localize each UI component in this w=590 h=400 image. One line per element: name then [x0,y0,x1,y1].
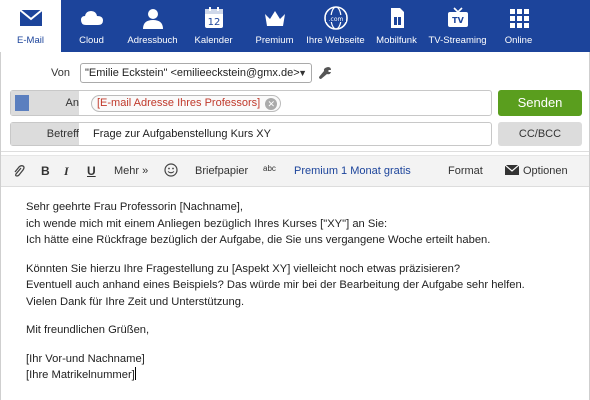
body-line: [Ihre Matrikelnummer] [26,369,135,381]
recipient-chip[interactable]: [E-mail Adresse Ihres Professors] ✕ [91,95,282,112]
from-row: Von "Emilie Eckstein" <emilieeckstein@gm… [0,62,590,84]
underline-button[interactable]: U [87,164,96,178]
nav-website[interactable]: .com Ihre Webseite [305,0,366,52]
top-navigation: E-Mail Cloud Adressbuch 12 Kalender Prem… [0,0,590,52]
nav-addressbook[interactable]: Adressbuch [122,0,183,52]
compose-header: Von "Emilie Eckstein" <emilieeckstein@gm… [0,52,590,152]
wrench-icon[interactable] [318,66,332,80]
nav-premium-label: Premium [255,35,294,46]
body-line: Sehr geehrte Frau Professorin [Nachname]… [26,201,244,213]
paperclip-icon[interactable] [12,164,26,180]
nav-email[interactable]: E-Mail [0,0,61,52]
body-line: Vielen Dank für Ihre Zeit und Unterstütz… [26,295,245,308]
frame-border-left [0,52,1,400]
bold-button[interactable]: B [41,164,50,178]
to-label: An [65,97,79,109]
calendar-icon: 12 [202,6,226,30]
more-label: Mehr [114,165,140,177]
text-caret [134,367,136,380]
format-button[interactable]: Format [448,165,483,177]
envelope-icon [18,6,43,30]
nav-premium[interactable]: Premium [244,0,305,52]
subject-value: Frage zur Aufgabenstellung Kurs XY [93,128,271,140]
body-line-last: [Ihre Matrikelnummer] [26,367,576,384]
tv-icon: TV [446,6,470,30]
sim-card-icon [385,6,409,30]
send-button[interactable]: Senden [498,90,582,116]
to-label-box: An [11,91,79,115]
website-icon: .com [323,6,348,30]
premium-link[interactable]: Premium 1 Monat gratis [294,165,411,177]
website-badge: .com [328,16,343,23]
editor-toolbar: B I U Mehr » Briefpapier abc Premium 1 M… [0,155,590,187]
calendar-day: 12 [207,17,220,28]
from-label: Von [51,67,70,79]
tv-badge: TV [452,16,464,25]
nav-mobile[interactable]: Mobilfunk [366,0,427,52]
chevron-down-icon: ▼ [298,68,307,78]
subject-label-box: Betreff [11,123,79,145]
options-label: Optionen [523,165,568,177]
envelope-icon [505,165,519,175]
double-chevron-icon: » [142,165,149,177]
nav-cloud-label: Cloud [79,35,104,46]
message-body[interactable]: Sehr geehrte Frau Professorin [Nachname]… [26,199,576,384]
recipient-text: [E-mail Adresse Ihres Professors] [97,97,261,109]
from-select[interactable]: "Emilie Eckstein" <emilieeckstein@gmx.de… [80,63,312,83]
body-line: ich wende mich mit einem Anliegen bezügl… [26,217,388,230]
body-line: Eventuell auch anhand eines Beispiels? D… [26,279,525,291]
from-value: "Emilie Eckstein" <emilieeckstein@gmx.de… [85,67,300,79]
subject-row: Betreff Frage zur Aufgabenstellung Kurs … [0,122,590,146]
to-row: An [E-mail Adresse Ihres Professors] ✕ S… [0,90,590,116]
cloud-icon [80,6,104,30]
subject-field[interactable]: Betreff Frage zur Aufgabenstellung Kurs … [10,122,492,146]
nav-tv[interactable]: TV TV-Streaming [427,0,488,52]
body-line: Ich hätte eine Rückfrage bezüglich der A… [26,234,491,246]
spellcheck-label: abc [263,164,276,173]
more-button[interactable]: Mehr » [114,165,148,177]
address-book-icon [141,6,165,30]
cc-bcc-button[interactable]: CC/BCC [498,122,582,146]
nav-calendar[interactable]: 12 Kalender [183,0,244,52]
body-line: Mit freundlichen Grüßen, [26,324,150,336]
to-field[interactable]: An [E-mail Adresse Ihres Professors] ✕ [10,90,492,116]
italic-button[interactable]: I [64,164,69,179]
nav-website-label: Ihre Webseite [306,35,365,46]
apps-icon [507,6,531,30]
body-line: Könnten Sie hierzu Ihre Fragestellung zu… [26,262,461,275]
nav-addressbook-label: Adressbuch [127,35,178,46]
nav-email-label: E-Mail [17,35,44,46]
subject-label: Betreff [46,128,79,140]
nav-cloud[interactable]: Cloud [61,0,122,52]
nav-mobile-label: Mobilfunk [376,35,417,46]
nav-online-label: Online [504,35,533,46]
remove-recipient-icon[interactable]: ✕ [265,98,278,110]
spellcheck-button[interactable]: abc [263,164,276,173]
nav-calendar-label: Kalender [194,35,233,46]
smiley-icon[interactable] [164,163,178,177]
options-button[interactable]: Optionen [505,165,568,177]
crown-icon [263,6,287,30]
nav-tv-label: TV-Streaming [428,35,487,46]
body-line: [Ihr Vor-und Nachname] [26,352,145,365]
nav-online[interactable]: Online [488,0,549,52]
stationery-button[interactable]: Briefpapier [195,165,248,177]
